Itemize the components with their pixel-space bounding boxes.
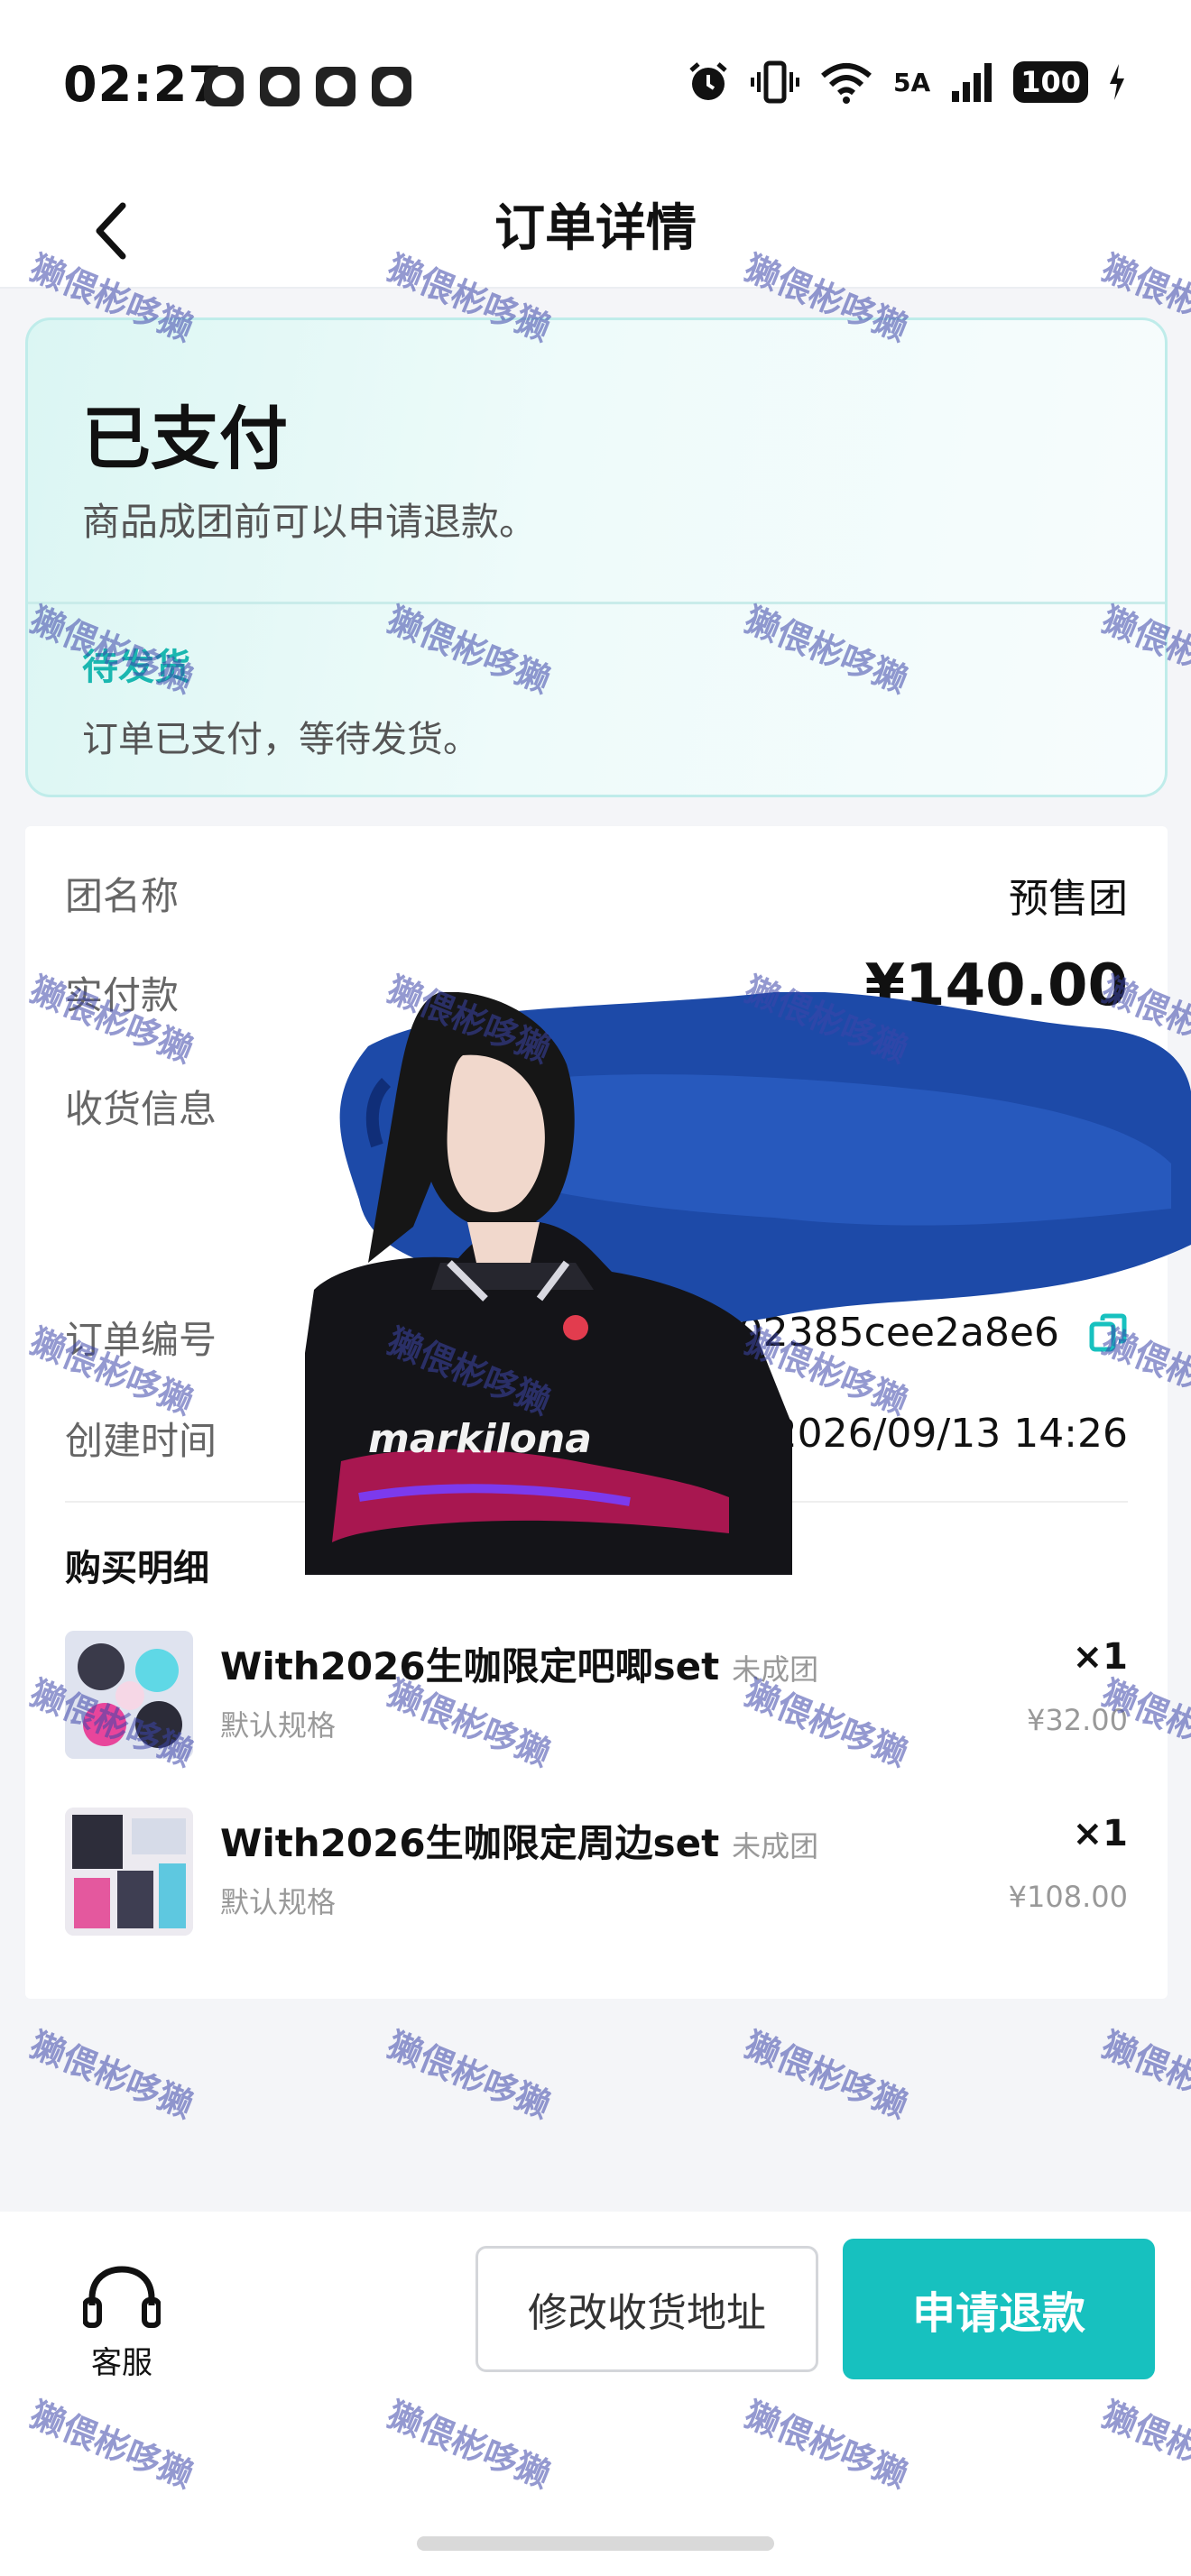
shipping-status-description: 订单已支付，等待发货。: [82, 719, 479, 760]
item-price: ¥108.00: [1008, 1880, 1128, 1914]
item-spec: 默认规格: [220, 1885, 337, 1919]
signal-icon: [952, 63, 992, 102]
vibrate-icon: [751, 60, 800, 104]
app-notification-icon: [316, 67, 355, 106]
customer-service-button[interactable]: 客服: [72, 2266, 171, 2382]
watermark-text: 獭偎彬哆獭: [382, 2024, 557, 2126]
purchase-item[interactable]: With2026生咖限定周边set 未成团 默认规格 ×1 ¥108.00: [65, 1808, 1128, 1943]
item-group-tag: 未成团: [732, 1652, 819, 1687]
bottom-action-bar: 客服 修改收货地址 申请退款: [0, 2212, 1191, 2576]
page-title: 订单详情: [494, 199, 697, 258]
item-price: ¥32.00: [1027, 1703, 1128, 1737]
wifi-icon: [821, 63, 872, 104]
photo-shirt-text: markilona: [368, 1416, 592, 1462]
alarm-icon: [689, 62, 727, 100]
item-spec: 默认规格: [220, 1708, 337, 1743]
item-group-tag: 未成团: [732, 1829, 819, 1863]
item-name: With2026生咖限定周边set 未成团: [220, 1813, 818, 1868]
watermark-text: 獭偎彬哆獭: [24, 2024, 199, 2126]
shipping-info-label: 收货信息: [65, 1087, 217, 1131]
purchase-item[interactable]: With2026生咖限定吧唧set 未成团 默认规格 ×1 ¥32.00: [65, 1631, 1128, 1766]
charging-icon: [1110, 64, 1124, 100]
watermark-text: 獭偎彬哆獭: [1096, 2024, 1191, 2126]
status-bar: 02:27 5A 100: [0, 0, 1191, 171]
group-name-value: 预售团: [1009, 876, 1128, 922]
order-number-label: 订单编号: [65, 1318, 217, 1362]
item-name-text: With2026生咖限定周边set: [220, 1821, 720, 1865]
item-quantity: ×1: [1072, 1813, 1128, 1854]
app-notification-icon: [204, 67, 244, 106]
paid-amount-label: 实付款: [65, 973, 180, 1017]
payment-status-title: 已支付: [82, 399, 288, 479]
group-name-label: 团名称: [65, 874, 180, 918]
system-icons: 5A 100: [686, 60, 1126, 105]
nav-bar: 订单详情: [0, 171, 1191, 289]
item-thumbnail: [65, 1631, 193, 1759]
item-name-text: With2026生咖限定吧唧set: [220, 1644, 720, 1688]
headset-icon: [82, 2266, 162, 2328]
customer-service-label: 客服: [91, 2345, 152, 2381]
item-quantity: ×1: [1072, 1636, 1128, 1678]
battery-icon: 100: [1013, 61, 1088, 103]
notification-icons: [204, 67, 411, 106]
back-button[interactable]: [81, 189, 144, 271]
app-notification-icon: [372, 67, 411, 106]
item-name: With2026生咖限定吧唧set 未成团: [220, 1636, 818, 1691]
network-label: 5A: [893, 67, 931, 97]
card-divider: [28, 602, 1165, 604]
created-time-label: 创建时间: [65, 1419, 217, 1463]
home-indicator[interactable]: [417, 2536, 774, 2551]
app-notification-icon: [260, 67, 300, 106]
shipping-status: 待发货: [82, 647, 190, 688]
payment-status-description: 商品成团前可以申请退款。: [82, 500, 538, 544]
status-time: 02:27: [63, 56, 223, 113]
order-status-card: 已支付 商品成团前可以申请退款。 待发货 订单已支付，等待发货。: [25, 317, 1168, 797]
overlay-photo: markilona: [305, 992, 1191, 1575]
request-refund-button[interactable]: 申请退款: [843, 2239, 1155, 2379]
watermark-text: 獭偎彬哆獭: [739, 2024, 914, 2126]
purchase-details-title: 购买明细: [65, 1548, 209, 1589]
item-thumbnail: [65, 1808, 193, 1936]
edit-address-button[interactable]: 修改收货地址: [475, 2246, 818, 2372]
back-arrow-icon: [96, 202, 126, 260]
